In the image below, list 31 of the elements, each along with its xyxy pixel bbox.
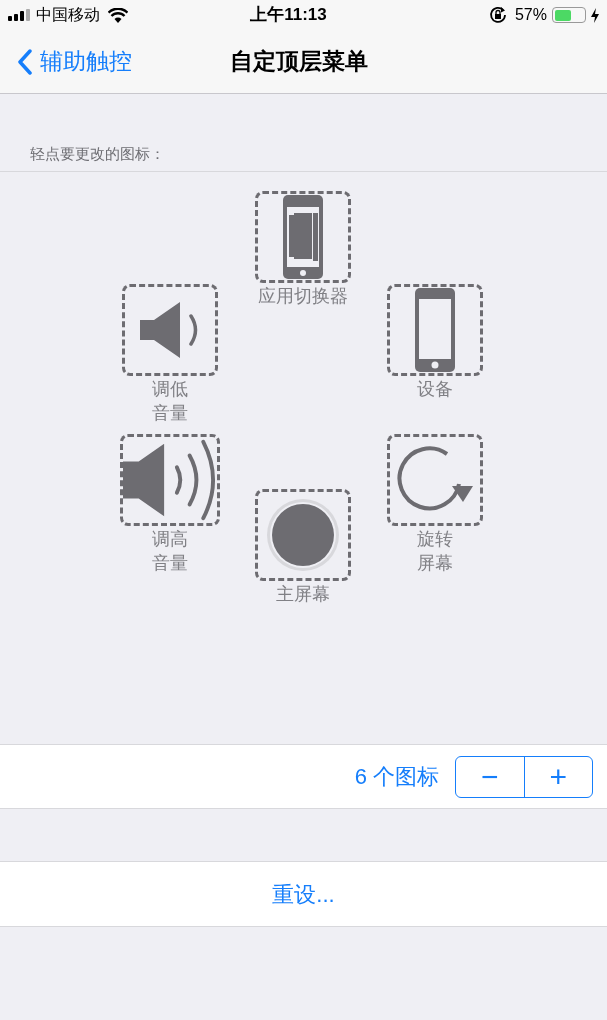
increment-button[interactable]: + xyxy=(524,756,592,797)
volume-up-icon xyxy=(123,437,217,523)
decrement-button[interactable]: − xyxy=(456,756,525,797)
icon-label: 旋转 屏幕 xyxy=(417,528,453,575)
signal-icon xyxy=(8,9,32,21)
nav-title: 自定顶层菜单 xyxy=(230,47,368,77)
icon-slot[interactable] xyxy=(387,434,483,526)
icon-slot[interactable] xyxy=(255,191,351,283)
section-header: 轻点要更改的图标： xyxy=(30,145,165,162)
clock-time: 上午11:13 xyxy=(250,4,327,27)
icon-slot[interactable] xyxy=(120,434,220,526)
volume-down-icon xyxy=(140,302,200,358)
home-button-icon xyxy=(266,498,340,572)
reset-button[interactable]: 重设... xyxy=(0,861,607,927)
rotation-lock-icon xyxy=(488,6,507,24)
icon-label: 调高 音量 xyxy=(152,528,188,575)
icon-label: 设备 xyxy=(417,378,453,401)
icon-slot[interactable] xyxy=(255,489,351,581)
back-button[interactable]: 辅助触控 xyxy=(18,44,132,79)
icon-label: 调低 音量 xyxy=(152,378,188,425)
carrier-name: 中国移动 xyxy=(36,5,100,25)
icon-slot[interactable] xyxy=(122,284,218,376)
icon-count: 6 个图标 xyxy=(354,763,439,791)
battery-percent: 57% xyxy=(514,5,547,25)
phone-icon xyxy=(415,288,455,372)
back-chevron-icon xyxy=(18,48,32,75)
app-switcher-icon xyxy=(283,195,323,279)
icon-slot[interactable] xyxy=(387,284,483,376)
icon-label: 应用切换器 xyxy=(258,285,348,308)
icon-label: 主屏幕 xyxy=(276,583,330,606)
wifi-icon xyxy=(108,7,128,23)
